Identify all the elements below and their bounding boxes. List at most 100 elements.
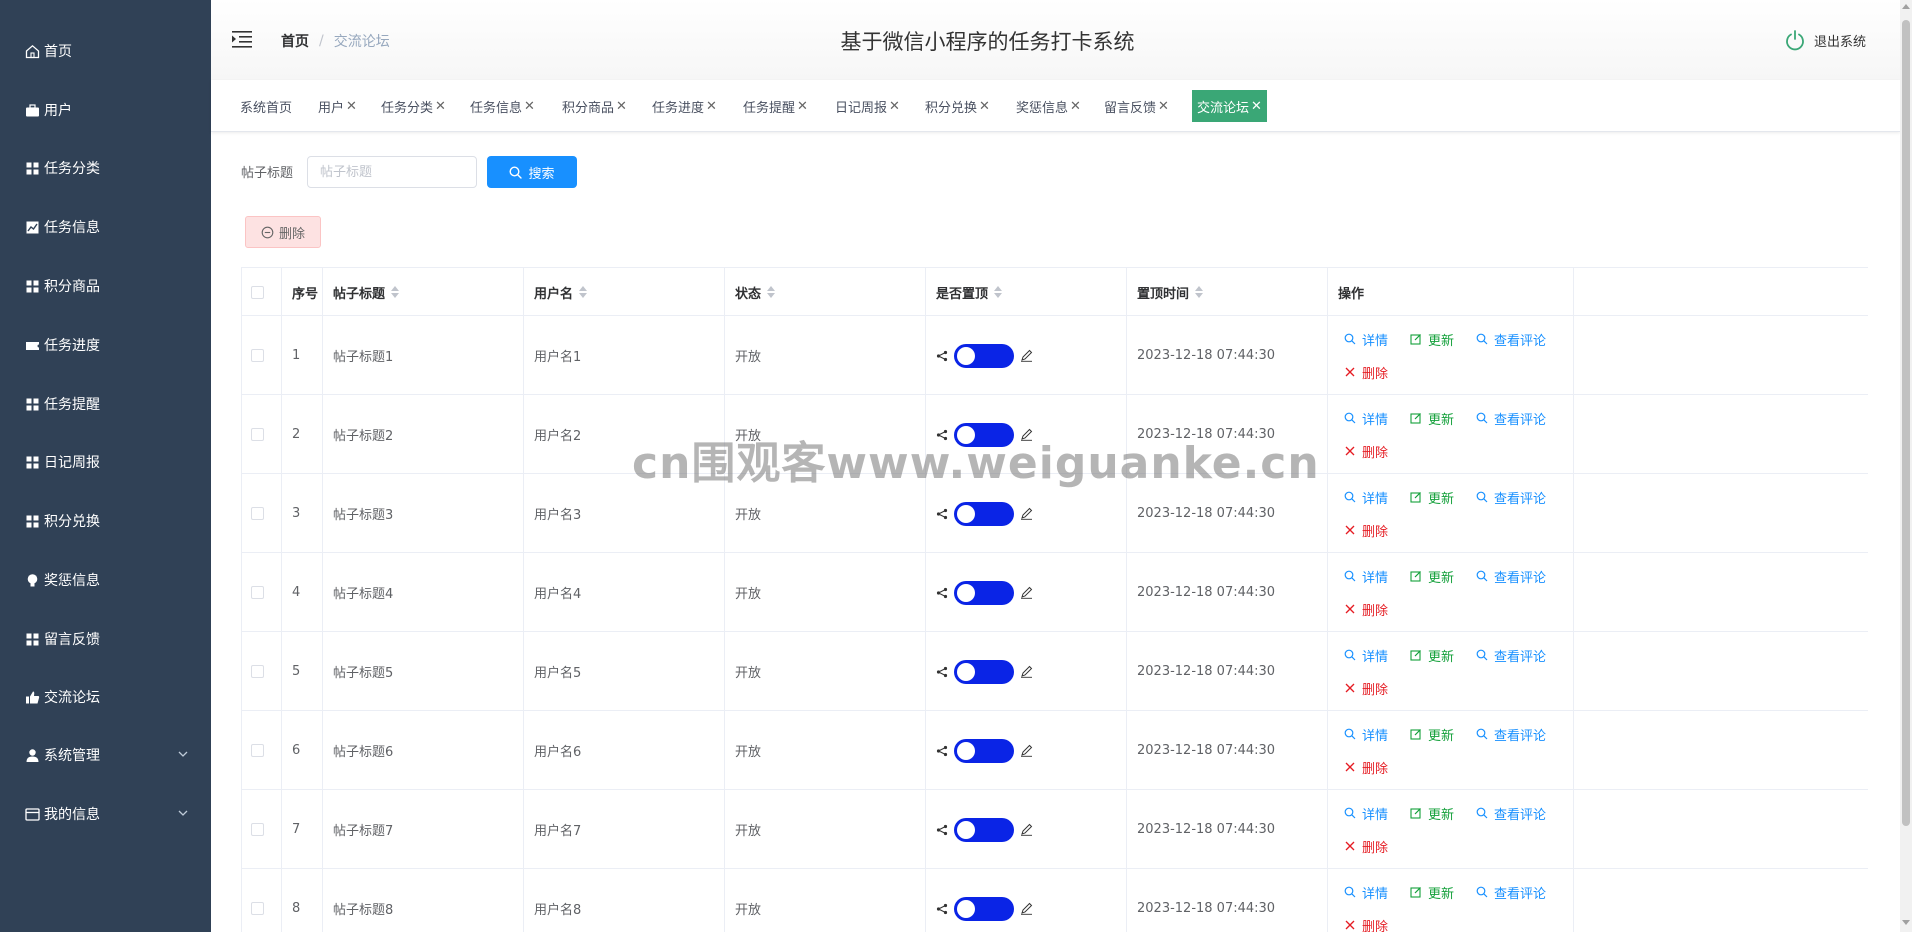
view-comments-button[interactable]: 查看评论	[1476, 883, 1546, 902]
close-icon[interactable]: ✕	[979, 99, 990, 114]
sidebar-item-7[interactable]: 任务提醒	[0, 380, 211, 428]
sort-caret-icon[interactable]	[767, 286, 776, 298]
column-header[interactable]: 用户名	[524, 268, 725, 316]
view-comments-button[interactable]: 查看评论	[1476, 409, 1546, 428]
row-checkbox[interactable]	[251, 349, 264, 362]
row-checkbox[interactable]	[251, 428, 264, 441]
tag-11[interactable]: 留言反馈 ✕	[1099, 90, 1174, 122]
pinned-toggle[interactable]	[954, 738, 1014, 763]
sort-caret-icon[interactable]	[391, 286, 400, 298]
detail-button[interactable]: 详情	[1344, 488, 1388, 507]
pinned-toggle[interactable]	[954, 580, 1014, 605]
detail-button[interactable]: 详情	[1344, 804, 1388, 823]
pinned-toggle[interactable]	[954, 896, 1014, 921]
tag-3[interactable]: 任务分类 ✕	[376, 90, 451, 122]
sidebar-item-11[interactable]: 留言反馈	[0, 615, 211, 663]
row-checkbox[interactable]	[251, 823, 264, 836]
pinned-toggle[interactable]	[954, 659, 1014, 684]
tag-6[interactable]: 任务进度 ✕	[647, 90, 722, 122]
tag-10[interactable]: 奖惩信息 ✕	[1011, 90, 1086, 122]
close-icon[interactable]: ✕	[797, 99, 808, 114]
view-comments-button[interactable]: 查看评论	[1476, 646, 1546, 665]
delete-button[interactable]: 删除	[1344, 363, 1388, 382]
sidebar-item-2[interactable]: 用户	[0, 86, 211, 134]
close-icon[interactable]: ✕	[435, 99, 446, 114]
pencil-icon[interactable]	[1020, 902, 1033, 915]
close-icon[interactable]: ✕	[1251, 99, 1262, 114]
search-button[interactable]: 搜索	[487, 156, 577, 188]
delete-button[interactable]: 删除	[1344, 916, 1388, 932]
sidebar-item-12[interactable]: 交流论坛	[0, 673, 211, 721]
scroll-down-arrow[interactable]	[1902, 920, 1910, 925]
close-icon[interactable]: ✕	[706, 99, 717, 114]
pinned-toggle[interactable]	[954, 817, 1014, 842]
update-button[interactable]: 更新	[1410, 567, 1454, 586]
delete-button[interactable]: 删除	[1344, 442, 1388, 461]
row-checkbox[interactable]	[251, 586, 264, 599]
pinned-toggle[interactable]	[954, 422, 1014, 447]
column-header[interactable]: 置顶时间	[1127, 268, 1328, 316]
batch-delete-button[interactable]: 删除	[245, 216, 321, 248]
column-header[interactable]: 是否置顶	[926, 268, 1127, 316]
sort-caret-icon[interactable]	[994, 286, 1003, 298]
pencil-icon[interactable]	[1020, 665, 1033, 678]
pencil-icon[interactable]	[1020, 586, 1033, 599]
update-button[interactable]: 更新	[1410, 646, 1454, 665]
detail-button[interactable]: 详情	[1344, 330, 1388, 349]
sidebar-item-10[interactable]: 奖惩信息	[0, 556, 211, 604]
update-button[interactable]: 更新	[1410, 330, 1454, 349]
update-button[interactable]: 更新	[1410, 725, 1454, 744]
sidebar-item-6[interactable]: 任务进度	[0, 321, 211, 369]
pencil-icon[interactable]	[1020, 428, 1033, 441]
row-checkbox[interactable]	[251, 507, 264, 520]
update-button[interactable]: 更新	[1410, 409, 1454, 428]
logout-button[interactable]: 退出系统	[1784, 29, 1866, 51]
close-icon[interactable]: ✕	[1158, 99, 1169, 114]
tag-1[interactable]: 系统首页	[235, 90, 297, 122]
update-button[interactable]: 更新	[1410, 804, 1454, 823]
close-icon[interactable]: ✕	[524, 99, 535, 114]
update-button[interactable]: 更新	[1410, 488, 1454, 507]
column-header[interactable]: 帖子标题	[323, 268, 524, 316]
tag-9[interactable]: 积分兑换 ✕	[920, 90, 995, 122]
row-checkbox[interactable]	[251, 744, 264, 757]
sidebar-item-8[interactable]: 日记周报	[0, 438, 211, 486]
delete-button[interactable]: 删除	[1344, 679, 1388, 698]
column-header[interactable]: 状态	[725, 268, 926, 316]
view-comments-button[interactable]: 查看评论	[1476, 725, 1546, 744]
close-icon[interactable]: ✕	[889, 99, 900, 114]
sort-caret-icon[interactable]	[1195, 286, 1204, 298]
pencil-icon[interactable]	[1020, 507, 1033, 520]
sidebar-item-13[interactable]: 系统管理	[0, 731, 211, 779]
close-icon[interactable]: ✕	[1070, 99, 1081, 114]
pencil-icon[interactable]	[1020, 823, 1033, 836]
tag-5[interactable]: 积分商品 ✕	[557, 90, 632, 122]
delete-button[interactable]: 删除	[1344, 758, 1388, 777]
sidebar-item-5[interactable]: 积分商品	[0, 262, 211, 310]
sort-caret-icon[interactable]	[579, 286, 588, 298]
tag-12[interactable]: 交流论坛 ✕	[1192, 90, 1267, 122]
detail-button[interactable]: 详情	[1344, 567, 1388, 586]
view-comments-button[interactable]: 查看评论	[1476, 804, 1546, 823]
sidebar-item-14[interactable]: 我的信息	[0, 790, 211, 838]
scroll-thumb[interactable]	[1902, 20, 1910, 826]
select-all-checkbox[interactable]	[251, 285, 264, 299]
pinned-toggle[interactable]	[954, 343, 1014, 368]
tag-4[interactable]: 任务信息 ✕	[465, 90, 540, 122]
tag-8[interactable]: 日记周报 ✕	[830, 90, 905, 122]
view-comments-button[interactable]: 查看评论	[1476, 330, 1546, 349]
delete-button[interactable]: 删除	[1344, 521, 1388, 540]
detail-button[interactable]: 详情	[1344, 883, 1388, 902]
tag-2[interactable]: 用户 ✕	[313, 90, 362, 122]
sidebar-item-1[interactable]: 首页	[0, 27, 211, 75]
delete-button[interactable]: 删除	[1344, 837, 1388, 856]
view-comments-button[interactable]: 查看评论	[1476, 567, 1546, 586]
update-button[interactable]: 更新	[1410, 883, 1454, 902]
row-checkbox[interactable]	[251, 665, 264, 678]
sidebar-item-3[interactable]: 任务分类	[0, 144, 211, 192]
pinned-toggle[interactable]	[954, 501, 1014, 526]
pencil-icon[interactable]	[1020, 744, 1033, 757]
scroll-up-arrow[interactable]	[1902, 4, 1910, 9]
detail-button[interactable]: 详情	[1344, 725, 1388, 744]
view-comments-button[interactable]: 查看评论	[1476, 488, 1546, 507]
